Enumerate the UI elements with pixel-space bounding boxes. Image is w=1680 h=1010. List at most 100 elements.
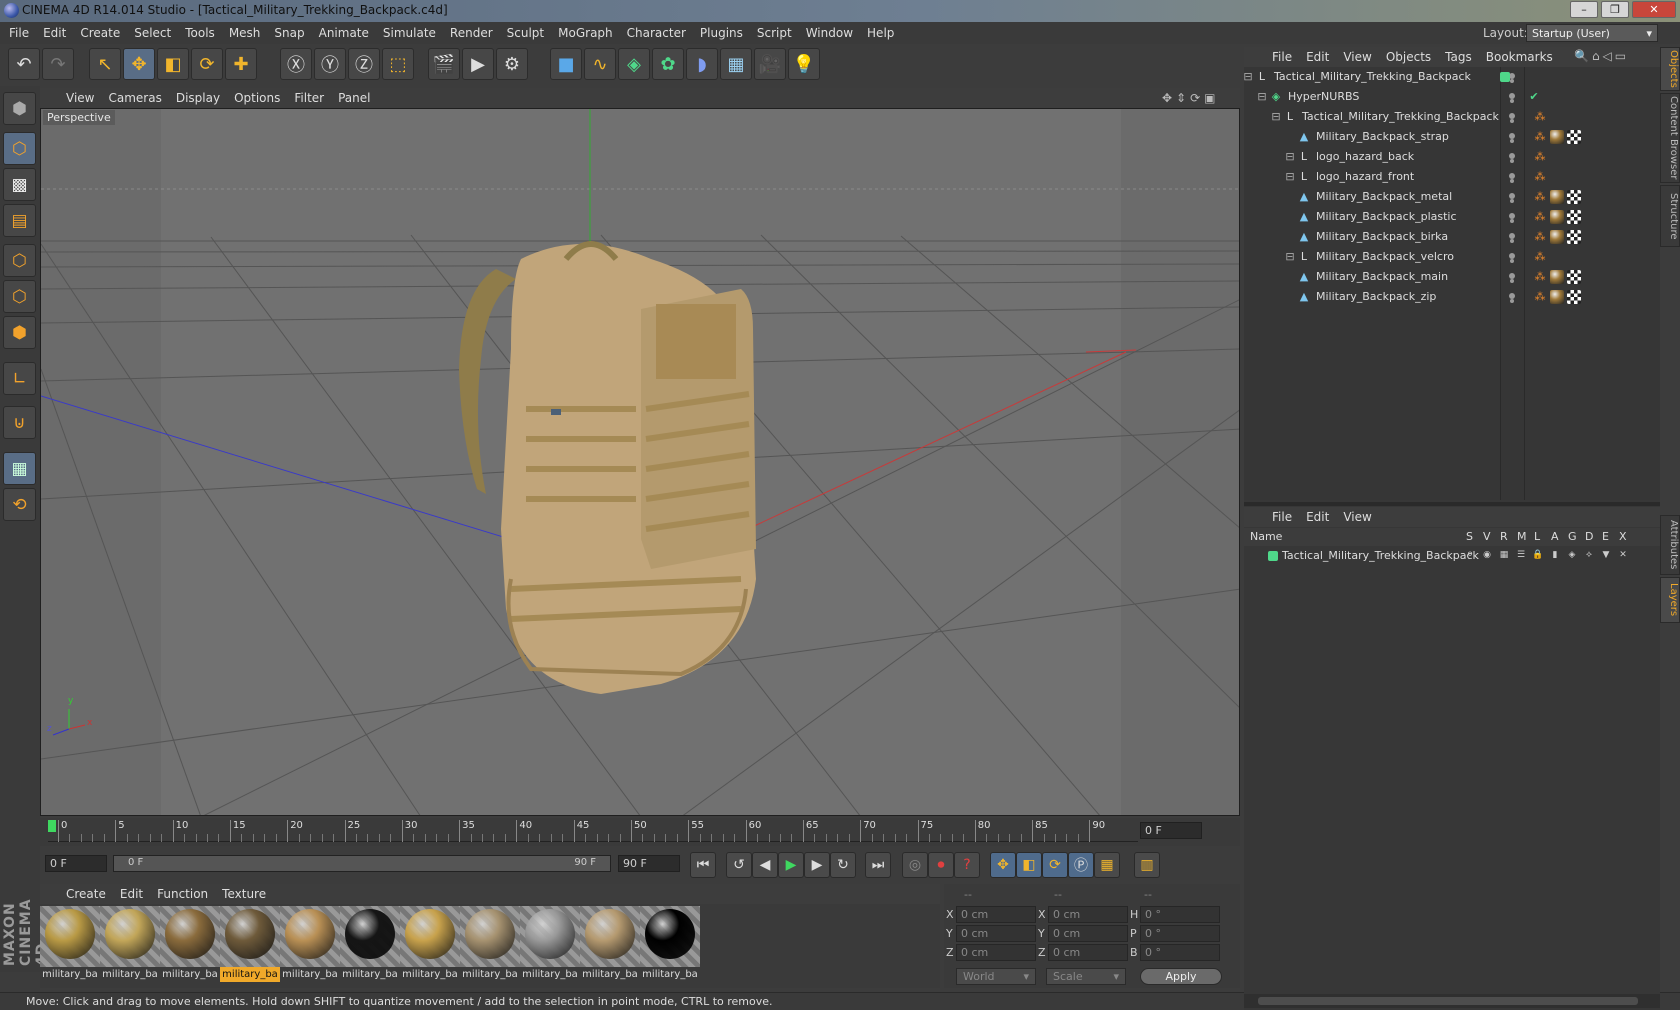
texture-mode-button[interactable]: ▩ — [3, 168, 36, 201]
render-visibility-dot[interactable] — [1510, 239, 1514, 243]
object-row[interactable]: ⊟ L Tactical_Military_Trekking_Backpack ⁂ — [1244, 107, 1660, 127]
current-frame-field[interactable]: 0 F — [1140, 822, 1202, 839]
menu-tools[interactable]: Tools — [185, 26, 215, 40]
go-to-end-button[interactable]: ⏭ — [865, 852, 891, 878]
menu-help[interactable]: Help — [867, 26, 894, 40]
expand-toggle-icon[interactable]: ⊟ — [1256, 90, 1268, 103]
layers-menu-file[interactable]: File — [1272, 510, 1292, 524]
layer-column-a[interactable]: A — [1551, 530, 1559, 543]
enabled-checkmark-icon[interactable]: ✔ — [1528, 90, 1540, 103]
layer-column-v[interactable]: V — [1483, 530, 1491, 543]
material-swatch[interactable]: military_ba — [520, 906, 580, 982]
material-swatch[interactable]: military_ba — [160, 906, 220, 982]
layer-column-m[interactable]: M — [1517, 530, 1527, 543]
rotate-tool-button[interactable]: ⟳ — [191, 48, 223, 80]
tab-layers[interactable]: Layers — [1660, 577, 1680, 623]
size-field[interactable]: 0 cm — [1048, 944, 1128, 961]
expand-toggle-icon[interactable]: ⊟ — [1242, 70, 1254, 83]
layout-select[interactable]: Startup (User) ▾ — [1526, 24, 1658, 42]
key-parameter-button[interactable]: Ⓟ — [1068, 852, 1094, 878]
workplane-lock-button[interactable]: ▦ — [3, 452, 36, 485]
layer-column-x[interactable]: X — [1619, 530, 1627, 543]
record-keys-button[interactable]: ◎ — [902, 852, 928, 878]
phong-tag-icon[interactable]: ⁂ — [1534, 290, 1546, 303]
material-swatch[interactable]: military_ba — [460, 906, 520, 982]
layers-menu-edit[interactable]: Edit — [1306, 510, 1329, 524]
viewport-menu-display[interactable]: Display — [176, 91, 220, 105]
viewport-nav-icons[interactable]: ✥⇕⟳▣ — [1162, 91, 1220, 105]
menu-select[interactable]: Select — [134, 26, 171, 40]
phong-tag-icon[interactable]: ⁂ — [1534, 230, 1546, 243]
recent-tool-button[interactable]: ✚ — [225, 48, 257, 80]
add-deformer-button[interactable]: ◗ — [686, 48, 718, 80]
object-row[interactable]: ⊟ ◈ HyperNURBS ✔ — [1244, 87, 1660, 107]
object-row[interactable]: ▲ Military_Backpack_metal ⁂ — [1244, 187, 1660, 207]
menu-edit[interactable]: Edit — [43, 26, 66, 40]
render-visibility-dot[interactable] — [1510, 279, 1514, 283]
size-mode-select[interactable]: Scale ▾ — [1046, 968, 1126, 985]
render-view-button[interactable]: 🎬 — [428, 48, 460, 80]
menu-create[interactable]: Create — [80, 26, 120, 40]
panel-splitter[interactable] — [1244, 502, 1660, 506]
object-row[interactable]: ▲ Military_Backpack_zip ⁂ — [1244, 287, 1660, 307]
axis-mode-button[interactable]: ∟ — [3, 362, 36, 395]
close-button[interactable]: ✕ — [1632, 1, 1676, 18]
material-swatch[interactable]: military_ba — [580, 906, 640, 982]
timeline-window-button[interactable]: ▥ — [1134, 852, 1160, 878]
rotation-field[interactable]: 0 ° — [1140, 906, 1220, 923]
menu-animate[interactable]: Animate — [319, 26, 369, 40]
layer-toggle-icon[interactable]: ▼ — [1600, 549, 1612, 562]
layer-toggle-icon[interactable]: ✕ — [1617, 549, 1629, 562]
end-frame-field[interactable]: 90 F — [618, 855, 680, 872]
viewport-menu-panel[interactable]: Panel — [338, 91, 370, 105]
object-row[interactable]: ▲ Military_Backpack_plastic ⁂ — [1244, 207, 1660, 227]
menu-snap[interactable]: Snap — [274, 26, 304, 40]
scale-tool-button[interactable]: ◧ — [157, 48, 189, 80]
size-field[interactable]: 0 cm — [1048, 925, 1128, 942]
render-visibility-dot[interactable] — [1510, 119, 1514, 123]
add-cube-button[interactable]: ■ — [550, 48, 582, 80]
menu-render[interactable]: Render — [450, 26, 493, 40]
model-mode-button[interactable]: ⬡ — [3, 132, 36, 165]
expand-toggle-icon[interactable]: ⊟ — [1284, 250, 1296, 263]
move-tool-button[interactable]: ✥ — [123, 48, 155, 80]
render-visibility-dot[interactable] — [1510, 259, 1514, 263]
phong-tag-icon[interactable]: ⁂ — [1534, 130, 1546, 143]
key-rotation-button[interactable]: ⟳ — [1042, 852, 1068, 878]
menu-simulate[interactable]: Simulate — [383, 26, 436, 40]
phong-tag-icon[interactable]: ⁂ — [1534, 150, 1546, 163]
phong-tag-icon[interactable]: ⁂ — [1534, 110, 1546, 123]
undo-button[interactable]: ↶ — [8, 48, 40, 80]
render-settings-button[interactable]: ⚙ — [496, 48, 528, 80]
uvw-tag-icon[interactable] — [1567, 130, 1581, 144]
tab-objects[interactable]: Objects — [1660, 47, 1680, 91]
uvw-tag-icon[interactable] — [1567, 210, 1581, 224]
phong-tag-icon[interactable]: ⁂ — [1534, 270, 1546, 283]
viewport-menu-filter[interactable]: Filter — [294, 91, 324, 105]
menu-character[interactable]: Character — [627, 26, 686, 40]
layer-column-r[interactable]: R — [1500, 530, 1508, 543]
edges-mode-button[interactable]: ⬡ — [3, 280, 36, 313]
add-light-button[interactable]: 💡 — [788, 48, 820, 80]
tab-content-browser[interactable]: Content Browser — [1660, 93, 1680, 183]
material-menu-texture[interactable]: Texture — [222, 887, 266, 901]
render-visibility-dot[interactable] — [1510, 179, 1514, 183]
scrollbar-thumb[interactable] — [1258, 997, 1638, 1005]
position-field[interactable]: 0 cm — [956, 925, 1036, 942]
key-pla-button[interactable]: ▦ — [1094, 852, 1120, 878]
start-frame-field[interactable]: 0 F — [45, 855, 107, 872]
uvw-tag-icon[interactable] — [1567, 270, 1581, 284]
objects-menu-tags[interactable]: Tags — [1445, 50, 1472, 64]
menu-script[interactable]: Script — [757, 26, 792, 40]
layer-toggle-icon[interactable]: ◉ — [1481, 549, 1493, 562]
phong-tag-icon[interactable]: ⁂ — [1534, 190, 1546, 203]
maximize-button[interactable]: ❐ — [1601, 1, 1629, 18]
workplane-mode-button[interactable]: ▤ — [3, 204, 36, 237]
render-visibility-dot[interactable] — [1510, 79, 1514, 83]
redo-button[interactable]: ↷ — [42, 48, 74, 80]
locked-workplane-button[interactable]: ⟲ — [3, 488, 36, 521]
material-swatch[interactable]: military_ba — [100, 906, 160, 982]
expand-toggle-icon[interactable]: ⊟ — [1284, 170, 1296, 183]
add-spline-button[interactable]: ∿ — [584, 48, 616, 80]
layer-toggle-icon[interactable]: ▦ — [1498, 549, 1510, 562]
